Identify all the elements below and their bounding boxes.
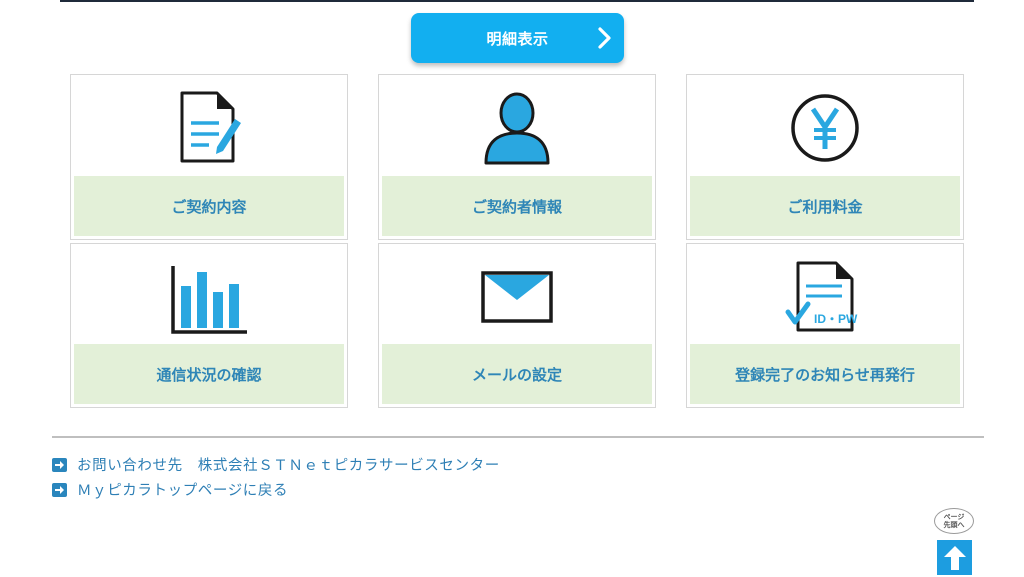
tile-registration-notice-reissue[interactable]: ID・PW 登録完了のお知らせ再発行 [686,243,964,408]
detail-view-label: 明細表示 [486,29,549,48]
arrow-right-icon [52,457,67,472]
chevron-right-icon [598,27,611,49]
contact-link-label: お問い合わせ先 株式会社ＳＴＮｅｔピカラサービスセンター [77,458,500,474]
id-pw-document-icon: ID・PW [785,261,858,332]
arrow-up-icon [937,540,972,575]
page-top-label: ページ 先頭へ [943,513,965,529]
arrow-right-icon [52,482,67,497]
contact-link[interactable]: お問い合わせ先 株式会社ＳＴＮｅｔピカラサービスセンター [52,454,500,475]
tile-label: 通信状況の確認 [156,365,262,384]
tile-label: ご契約者情報 [471,197,562,216]
tile-contractor-info[interactable]: ご契約者情報 [378,74,656,240]
tile-connection-status[interactable]: 通信状況の確認 [70,243,348,408]
bottom-divider [52,436,984,438]
page-top-button[interactable]: ページ 先頭へ [932,508,976,575]
page-top-bubble: ページ 先頭へ [934,508,974,534]
tile-label: メールの設定 [471,365,562,384]
tile-label: 登録完了のお知らせ再発行 [735,365,915,384]
back-to-top-page-label: Ｍｙピカラトップページに戻る [77,483,289,499]
tile-usage-fee[interactable]: ご利用料金 [686,74,964,240]
tile-label: ご利用料金 [787,197,863,216]
top-divider [60,0,974,2]
back-to-top-page-link[interactable]: Ｍｙピカラトップページに戻る [52,479,288,500]
bar-chart-icon [171,266,247,334]
user-icon [484,92,550,165]
tile-contract-details[interactable]: ご契約内容 [70,74,348,240]
detail-view-button[interactable]: 明細表示 [411,13,624,63]
mail-icon [481,271,553,323]
tile-mail-settings[interactable]: メールの設定 [378,243,656,408]
tile-label: ご契約内容 [171,197,247,216]
document-edit-icon [180,91,241,163]
yen-icon [791,94,859,162]
svg-text:ID・PW: ID・PW [814,312,858,326]
